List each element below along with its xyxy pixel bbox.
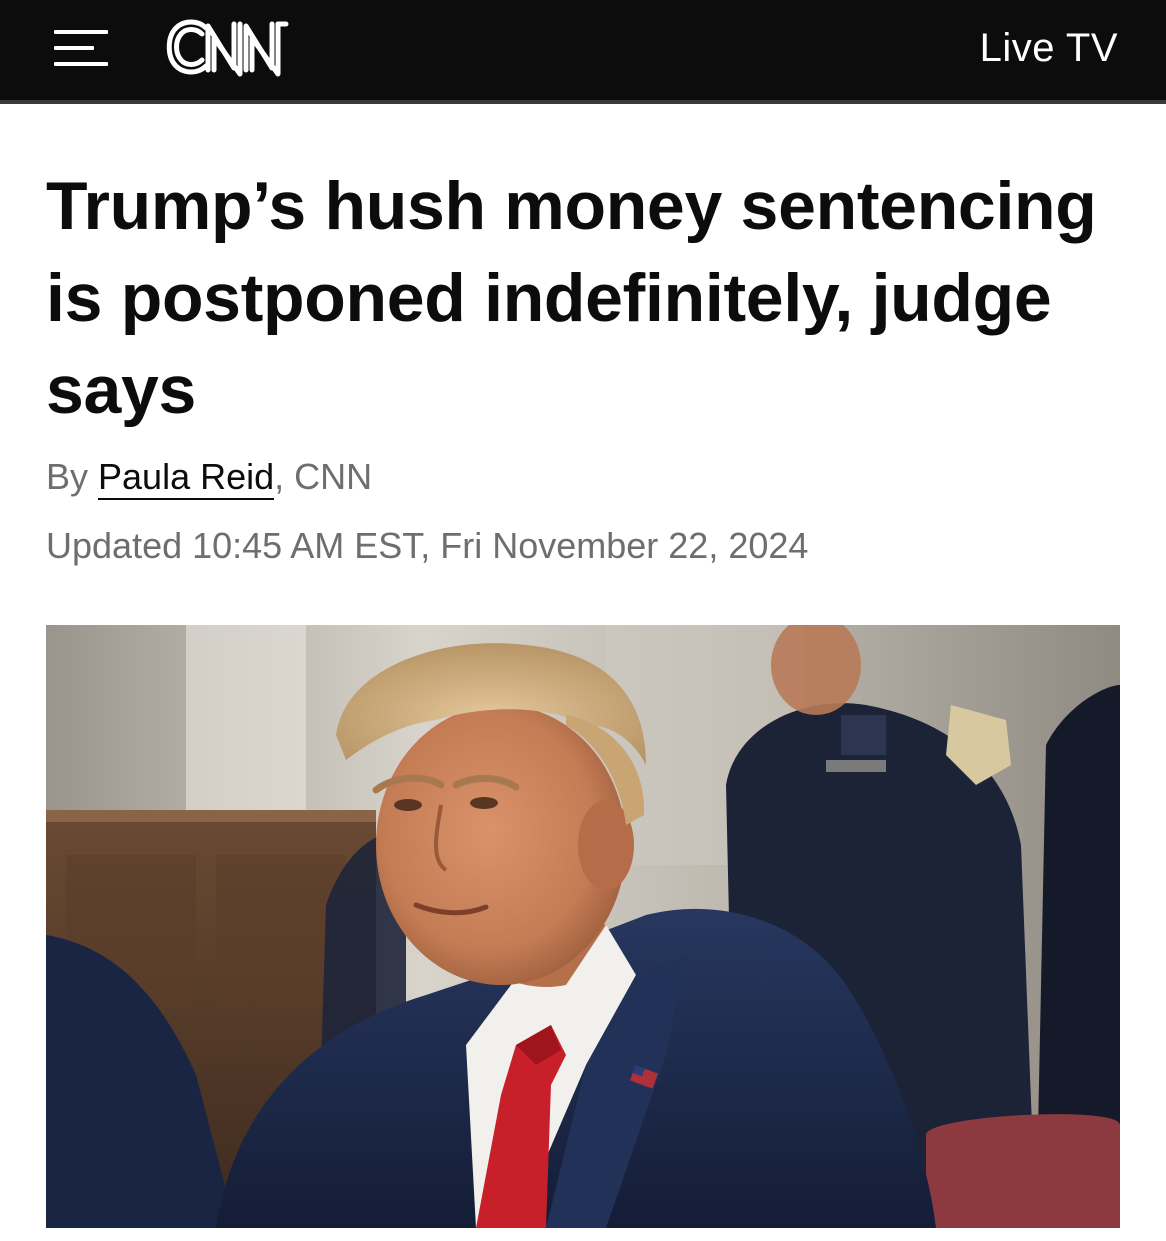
cnn-logo[interactable] (162, 14, 308, 80)
article-headline: Trump’s hush money sentencing is postpon… (46, 168, 1097, 428)
byline-source: , CNN (274, 456, 373, 497)
updated-timestamp: Updated 10:45 AM EST, Fri November 22, 2… (46, 525, 809, 566)
live-tv-link[interactable]: Live TV (980, 26, 1118, 71)
article-lead-photo[interactable] (46, 625, 1120, 1228)
top-navigation-bar: Live TV (0, 0, 1166, 104)
courtroom-photo-illustration (46, 625, 1120, 1228)
hamburger-menu-icon[interactable] (54, 28, 108, 68)
author-link[interactable]: Paula Reid (98, 456, 275, 500)
byline: By Paula Reid, CNN (46, 456, 373, 500)
byline-prefix: By (46, 456, 99, 497)
